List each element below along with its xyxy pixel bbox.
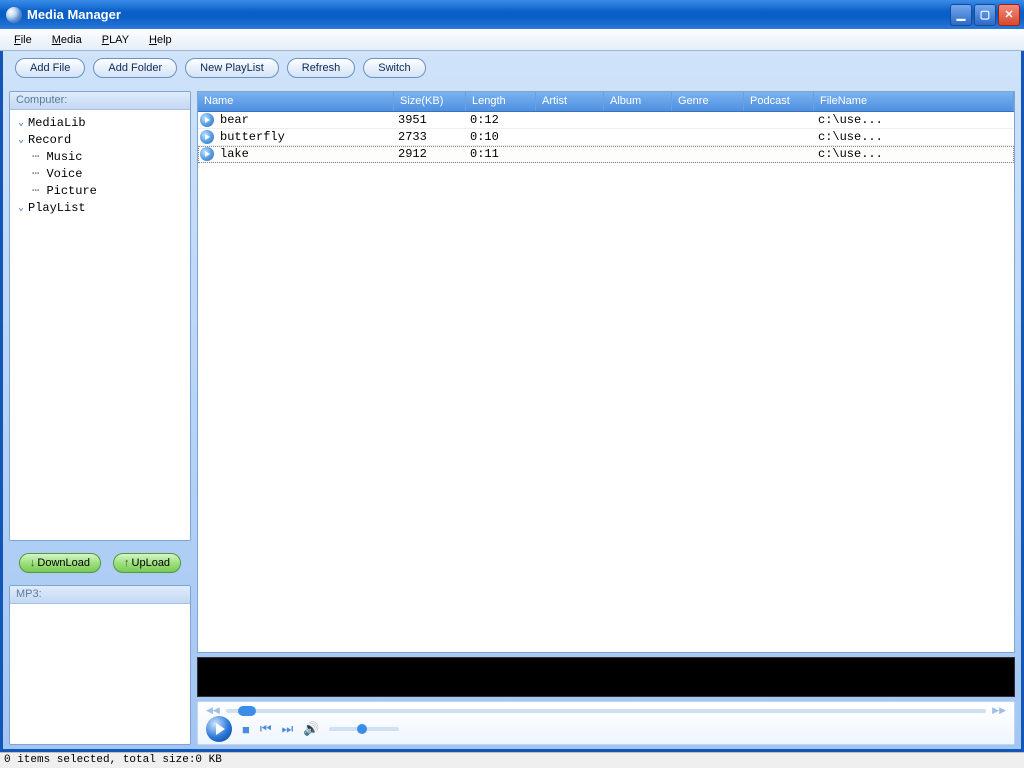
menubar: File Media PLAY Help	[0, 29, 1024, 51]
new-playlist-button[interactable]: New PlayList	[185, 58, 279, 78]
window-title: Media Manager	[27, 7, 950, 22]
media-icon	[200, 147, 214, 161]
mp3-panel-header: MP3:	[10, 586, 190, 604]
tree-item-music[interactable]: ⋯ Music	[14, 148, 186, 165]
grid-header: Name Size(KB) Length Artist Album Genre …	[198, 92, 1014, 112]
col-length[interactable]: Length	[466, 92, 536, 111]
table-row[interactable]: bear 3951 0:12 c:\use...	[198, 112, 1014, 129]
media-icon	[200, 113, 214, 127]
tree-item-playlist[interactable]: ⌄PlayList	[14, 199, 186, 216]
statusbar: 0 items selected, total size:0 KB	[0, 752, 1024, 768]
download-button[interactable]: ↓DownLoad	[19, 553, 101, 573]
col-name[interactable]: Name	[198, 92, 394, 111]
refresh-button[interactable]: Refresh	[287, 58, 356, 78]
col-size[interactable]: Size(KB)	[394, 92, 466, 111]
computer-panel-header: Computer:	[10, 92, 190, 110]
close-button[interactable]: ✕	[998, 4, 1020, 26]
media-icon	[200, 130, 214, 144]
titlebar[interactable]: Media Manager ▁ ▢ ✕	[0, 0, 1024, 29]
tree-item-voice[interactable]: ⋯ Voice	[14, 165, 186, 182]
download-arrow-icon: ↓	[30, 557, 36, 569]
menu-media[interactable]: Media	[44, 32, 90, 48]
seek-track[interactable]	[226, 709, 986, 713]
menu-help[interactable]: Help	[141, 32, 180, 48]
expand-icon[interactable]: ⌄	[14, 117, 28, 129]
folder-tree: ⌄MediaLib ⌄Record ⋯ Music ⋯ Voice ⋯ Pict…	[10, 110, 190, 220]
seek-bar[interactable]: ◀◀ ▶▶	[206, 705, 1006, 716]
computer-panel: Computer: ⌄MediaLib ⌄Record ⋯ Music ⋯ Vo…	[9, 91, 191, 541]
maximize-button[interactable]: ▢	[974, 4, 996, 26]
switch-button[interactable]: Switch	[363, 58, 425, 78]
col-genre[interactable]: Genre	[672, 92, 744, 111]
collapse-icon[interactable]: ⌄	[14, 134, 28, 146]
menu-file[interactable]: File	[6, 32, 40, 48]
video-preview	[197, 657, 1015, 697]
prev-track-button[interactable]: ⏮	[260, 721, 272, 737]
tree-item-picture[interactable]: ⋯ Picture	[14, 182, 186, 199]
tree-item-record[interactable]: ⌄Record	[14, 131, 186, 148]
volume-icon[interactable]: 🔊	[303, 721, 319, 737]
expand-icon[interactable]: ⌄	[14, 202, 28, 214]
upload-button[interactable]: ↑UpLoad	[113, 553, 181, 573]
volume-slider[interactable]	[329, 727, 399, 731]
col-filename[interactable]: FileName	[814, 92, 1014, 111]
seek-thumb[interactable]	[238, 706, 256, 716]
col-artist[interactable]: Artist	[536, 92, 604, 111]
stop-button[interactable]: ■	[242, 722, 250, 737]
add-file-button[interactable]: Add File	[15, 58, 85, 78]
col-album[interactable]: Album	[604, 92, 672, 111]
file-grid: Name Size(KB) Length Artist Album Genre …	[197, 91, 1015, 653]
table-row[interactable]: butterfly 2733 0:10 c:\use...	[198, 129, 1014, 146]
next-track-button[interactable]: ⏭	[282, 721, 294, 737]
seek-fwd-icon[interactable]: ▶▶	[992, 705, 1006, 716]
content-area: Add File Add Folder New PlayList Refresh…	[0, 51, 1024, 752]
toolbar: Add File Add Folder New PlayList Refresh…	[3, 51, 1021, 85]
volume-thumb[interactable]	[357, 724, 367, 734]
table-row[interactable]: lake 2912 0:11 c:\use...	[198, 146, 1014, 163]
seek-back-icon[interactable]: ◀◀	[206, 705, 220, 716]
mp3-panel: MP3:	[9, 585, 191, 745]
grid-body: bear 3951 0:12 c:\use... butterfly 2733 …	[198, 112, 1014, 652]
add-folder-button[interactable]: Add Folder	[93, 58, 177, 78]
col-podcast[interactable]: Podcast	[744, 92, 814, 111]
play-button[interactable]	[206, 716, 232, 742]
tree-item-medialib[interactable]: ⌄MediaLib	[14, 114, 186, 131]
upload-arrow-icon: ↑	[124, 557, 130, 569]
transfer-actions: ↓DownLoad ↑UpLoad	[9, 547, 191, 579]
app-icon	[6, 7, 22, 23]
menu-play[interactable]: PLAY	[94, 32, 137, 48]
minimize-button[interactable]: ▁	[950, 4, 972, 26]
player-bar: ◀◀ ▶▶ ■ ⏮ ⏭ 🔊	[197, 701, 1015, 745]
